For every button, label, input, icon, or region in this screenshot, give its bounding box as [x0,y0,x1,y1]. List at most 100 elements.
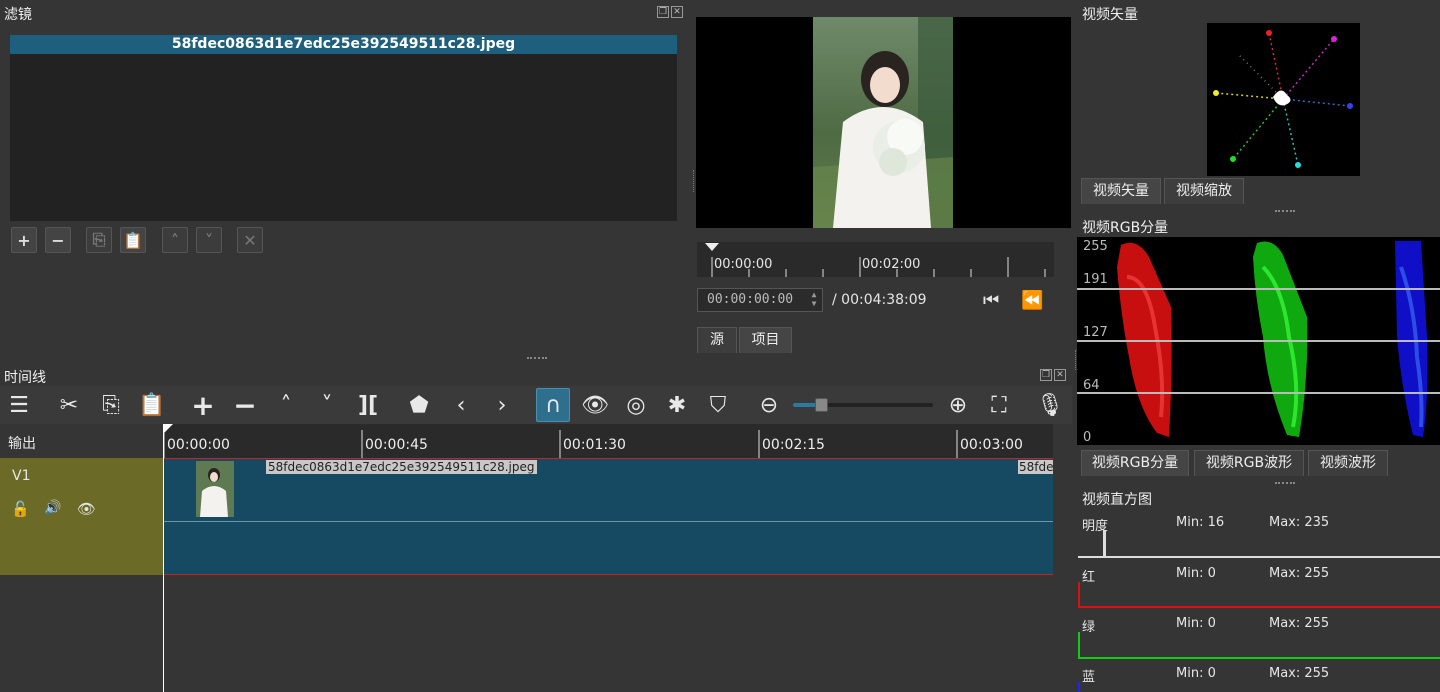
zoom-out-icon[interactable]: ⊖ [752,388,786,422]
deselect-filter-button[interactable]: ✕ [237,227,263,253]
histogram-peak [1103,530,1106,556]
histogram-max: Max: 255 [1269,566,1330,581]
timeline-ruler[interactable]: 00:00:00 00:00:45 00:01:30 00:02:15 00:0… [163,424,1053,458]
copy-icon[interactable]: ⎘ [94,388,128,422]
marker-icon[interactable]: ⬟ [402,388,436,422]
histogram-baseline [1078,556,1440,558]
ripple-markers-icon[interactable]: ⛉ [701,388,735,422]
microphone-icon[interactable]: 🎙 [1033,388,1067,422]
timeline-ruler-label: 00:01:30 [563,437,626,453]
timeline-dock-buttons: ❐ ✕ [1040,369,1066,381]
timeline-ruler-label: 00:03:00 [960,437,1023,453]
playhead[interactable] [163,424,164,692]
cut-icon[interactable]: ✂ [52,388,86,422]
timeline-ruler-label: 00:00:00 [167,437,230,453]
lift-icon[interactable]: ˄ [269,388,303,422]
player-ruler[interactable]: 00:00:00 00:02:00 [697,242,1054,277]
remove-filter-button[interactable]: − [45,227,71,253]
copy-filter-button[interactable]: ⎘ [86,227,112,253]
tab-rgb-parade[interactable]: 视频RGB分量 [1081,450,1189,476]
rewind-icon[interactable]: ⏪ [1021,290,1043,311]
track-header-v1[interactable]: V1 🔓 🔊 👁 [0,458,163,575]
histogram-baseline [1078,657,1440,659]
vectorscope-title: 视频矢量 [1082,7,1138,23]
zoom-fit-icon[interactable]: ⛶ [982,388,1016,422]
mute-icon[interactable]: 🔊 [44,500,61,516]
float-icon[interactable]: ❐ [657,6,669,18]
histogram-peak [1078,582,1080,608]
histogram-peak [1078,682,1080,692]
tab-source[interactable]: 源 [697,327,737,353]
histogram-label: 红 [1082,570,1096,585]
paste-filter-button[interactable]: 📋 [120,227,146,253]
lock-icon[interactable]: 🔓 [11,500,30,518]
histogram-title: 视频直方图 [1082,492,1152,508]
level-label: 127 [1083,325,1108,340]
clip-name: 58fdec0863d1e7edc25e392549511c28.jpeg [266,460,537,474]
hide-icon[interactable]: 👁 [77,500,96,518]
histogram-peak [1078,632,1080,658]
output-label: 输出 [8,436,36,452]
histogram-max: Max: 255 [1269,666,1330,681]
histogram-label: 蓝 [1082,670,1096,685]
add-filter-button[interactable]: + [11,227,37,253]
paste-icon[interactable]: 📋 [135,388,169,422]
ripple-all-icon[interactable]: ✱ [660,388,694,422]
histogram-max: Max: 255 [1269,616,1330,631]
tab-waveform[interactable]: 视频波形 [1308,450,1388,476]
zoom-in-icon[interactable]: ⊕ [941,388,975,422]
splitter-handle[interactable] [1275,482,1295,484]
filters-title: 滤镜 [4,7,32,23]
snap-icon[interactable]: ∩ [536,388,570,422]
histogram-min: Min: 16 [1176,515,1225,530]
histogram-min: Min: 0 [1176,616,1216,631]
skip-to-start-icon[interactable]: ⏮ [983,290,999,311]
move-up-button[interactable]: ˄ [162,227,188,253]
splitter-handle[interactable] [1275,210,1295,212]
tab-rgb-waveform[interactable]: 视频RGB波形 [1194,450,1304,476]
histogram-min: Min: 0 [1176,666,1216,681]
menu-icon[interactable]: ☰ [2,388,36,422]
timecode-field[interactable]: 00:00:00:00 ▲ ▼ [697,288,823,312]
close-icon[interactable]: ✕ [671,6,683,18]
split-icon[interactable]: ][ [351,388,385,422]
ripple-icon[interactable]: ◎ [619,388,653,422]
timecode-value: 00:00:00:00 [707,292,794,307]
splitter-handle[interactable] [527,357,547,361]
filters-dock-buttons: ❐ ✕ [657,6,683,18]
spin-arrows-icon[interactable]: ▲ ▼ [808,290,820,310]
tab-video-zoom[interactable]: 视频缩放 [1164,178,1244,204]
splitter-handle[interactable] [1075,350,1076,370]
filters-list[interactable]: 58fdec0863d1e7edc25e392549511c28.jpeg [10,35,677,221]
splitter-handle[interactable] [693,170,696,192]
filter-list-item[interactable]: 58fdec0863d1e7edc25e392549511c28.jpeg [10,35,677,54]
level-label: 191 [1083,272,1108,287]
overwrite-icon[interactable]: ˅ [310,388,344,422]
timeline-clip[interactable]: 58fdec0863d1e7edc25e392549511c28.jpeg 58… [163,458,1053,575]
clip-divider [163,521,1053,522]
remove-icon[interactable]: − [228,388,262,422]
scrub-icon[interactable]: 👁 [578,388,612,422]
histogram-max: Max: 235 [1269,515,1330,530]
track-name: V1 [12,468,31,484]
level-label: 64 [1083,378,1100,393]
zoom-slider[interactable] [793,398,933,412]
zoom-slider-handle[interactable] [815,398,828,412]
player-ruler-label: 00:00:00 [714,257,773,272]
move-down-button[interactable]: ˅ [196,227,222,253]
next-marker-icon[interactable]: › [485,388,519,422]
close-icon[interactable]: ✕ [1054,369,1066,381]
histogram-min: Min: 0 [1176,566,1216,581]
float-icon[interactable]: ❐ [1040,369,1052,381]
timeline-ruler-label: 00:00:45 [365,437,428,453]
duration-label: / 00:04:38:09 [832,292,927,308]
level-label: 255 [1083,239,1108,254]
clip-thumbnail [196,461,234,517]
vectorscope-display [1207,23,1360,176]
tab-vectorscope[interactable]: 视频矢量 [1081,178,1161,204]
tab-project[interactable]: 项目 [739,327,792,353]
timeline-title: 时间线 [4,370,46,386]
append-icon[interactable]: + [186,388,220,422]
previous-marker-icon[interactable]: ‹ [444,388,478,422]
video-preview[interactable] [696,17,1071,228]
